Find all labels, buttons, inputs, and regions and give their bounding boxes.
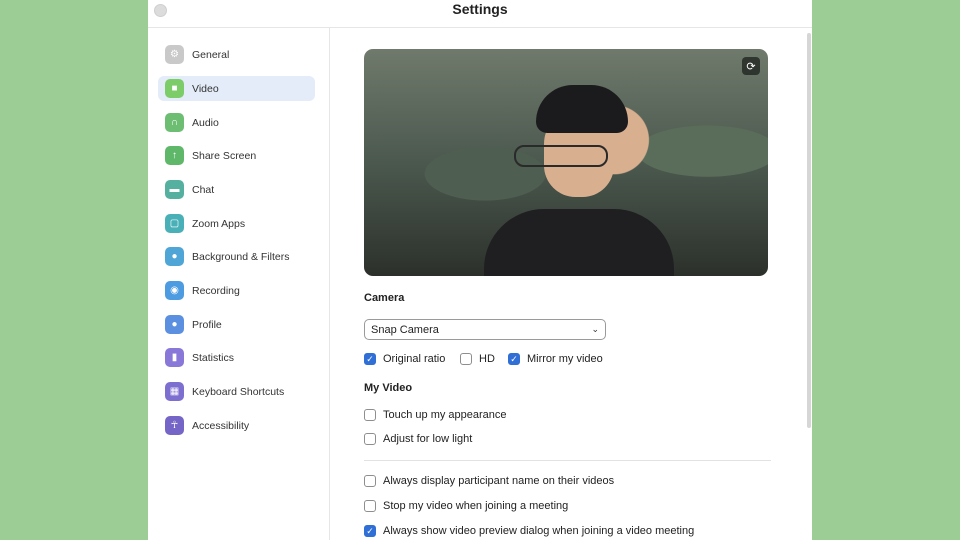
- keyboard-icon: ▦: [165, 382, 184, 401]
- low-light-option[interactable]: Adjust for low light: [364, 433, 472, 445]
- record-icon: ◉: [165, 281, 184, 300]
- headphones-icon: ∩: [165, 113, 184, 132]
- chat-bubble-icon: ▬: [165, 180, 184, 199]
- original-ratio-option[interactable]: ✓ Original ratio: [364, 353, 445, 365]
- sidebar-item-label: Statistics: [192, 351, 235, 364]
- sidebar-item-video[interactable]: ■ Video: [158, 76, 315, 101]
- original-ratio-checkbox[interactable]: ✓: [364, 353, 376, 365]
- stop-video-joining-checkbox[interactable]: [364, 500, 376, 512]
- preview-person-shirt: [484, 209, 674, 276]
- show-preview-dialog-label: Always show video preview dialog when jo…: [383, 525, 695, 537]
- touch-up-label: Touch up my appearance: [383, 409, 507, 421]
- gear-icon: ⚙: [165, 45, 184, 64]
- show-preview-dialog-option[interactable]: ✓ Always show video preview dialog when …: [364, 525, 694, 537]
- low-light-label: Adjust for low light: [383, 433, 473, 445]
- settings-window: Settings ⚙ General ■ Video ∩ Audio ↑ Sha…: [148, 0, 812, 540]
- video-preview: ⟳: [364, 49, 768, 276]
- accessibility-icon: ☥: [165, 416, 184, 435]
- sidebar-item-label: Zoom Apps: [192, 217, 246, 230]
- video-settings-panel: ⟳ Camera Snap Camera ⌄ ✓ Original ratio …: [330, 28, 812, 540]
- window-title: Settings: [452, 1, 508, 17]
- sidebar-item-recording[interactable]: ◉ Recording: [158, 278, 315, 303]
- display-participant-name-label: Always display participant name on their…: [383, 475, 615, 487]
- video-camera-icon: ■: [165, 79, 184, 98]
- display-participant-name-checkbox[interactable]: [364, 475, 376, 487]
- sidebar-item-share-screen[interactable]: ↑ Share Screen: [158, 143, 315, 168]
- bar-chart-icon: ▮: [165, 348, 184, 367]
- sidebar-item-accessibility[interactable]: ☥ Accessibility: [158, 413, 315, 438]
- sidebar-item-background-filters[interactable]: ● Background & Filters: [158, 244, 315, 269]
- display-participant-name-option[interactable]: Always display participant name on their…: [364, 475, 614, 487]
- preview-person-glasses: [514, 145, 608, 167]
- sidebar-item-label: Share Screen: [192, 149, 257, 162]
- rotate-camera-icon[interactable]: ⟳: [742, 57, 760, 75]
- touch-up-option[interactable]: Touch up my appearance: [364, 409, 507, 421]
- low-light-checkbox[interactable]: [364, 433, 376, 445]
- stop-video-joining-option[interactable]: Stop my video when joining a meeting: [364, 500, 568, 512]
- profile-icon: ●: [165, 315, 184, 334]
- touch-up-checkbox[interactable]: [364, 409, 376, 421]
- sidebar-item-label: Profile: [192, 318, 222, 331]
- sidebar-item-profile[interactable]: ● Profile: [158, 312, 315, 337]
- sidebar-item-chat[interactable]: ▬ Chat: [158, 177, 315, 202]
- section-divider: [364, 460, 771, 461]
- person-background-icon: ●: [165, 247, 184, 266]
- sidebar-item-label: Chat: [192, 183, 215, 196]
- sidebar-item-label: Audio: [192, 116, 219, 129]
- chevron-down-icon: ⌄: [591, 324, 599, 334]
- hd-checkbox[interactable]: [460, 353, 472, 365]
- mirror-video-label: Mirror my video: [527, 353, 603, 365]
- hd-option[interactable]: HD: [460, 353, 495, 365]
- camera-select[interactable]: Snap Camera ⌄: [364, 319, 606, 340]
- sidebar-item-audio[interactable]: ∩ Audio: [158, 110, 315, 135]
- sidebar-item-label: Accessibility: [192, 419, 250, 432]
- title-bar: Settings: [148, 0, 812, 28]
- stop-video-joining-label: Stop my video when joining a meeting: [383, 500, 569, 512]
- original-ratio-label: Original ratio: [383, 353, 446, 365]
- sidebar-item-keyboard-shortcuts[interactable]: ▦ Keyboard Shortcuts: [158, 379, 315, 404]
- share-screen-icon: ↑: [165, 146, 184, 165]
- hd-label: HD: [479, 353, 495, 365]
- sidebar-item-label: Keyboard Shortcuts: [192, 385, 285, 398]
- mirror-video-option[interactable]: ✓ Mirror my video: [508, 353, 603, 365]
- my-video-heading: My Video: [364, 382, 413, 394]
- camera-heading: Camera: [364, 292, 405, 304]
- settings-scrollbar[interactable]: [807, 33, 811, 428]
- preview-person-hair: [536, 85, 628, 133]
- zoom-apps-icon: ▢: [165, 214, 184, 233]
- sidebar-item-label: Recording: [192, 284, 240, 297]
- show-preview-dialog-checkbox[interactable]: ✓: [364, 525, 376, 537]
- sidebar-item-general[interactable]: ⚙ General: [158, 42, 315, 67]
- settings-sidebar: ⚙ General ■ Video ∩ Audio ↑ Share Screen…: [148, 28, 330, 540]
- sidebar-item-label: Background & Filters: [192, 250, 290, 263]
- sidebar-item-zoom-apps[interactable]: ▢ Zoom Apps: [158, 211, 315, 236]
- sidebar-item-statistics[interactable]: ▮ Statistics: [158, 345, 315, 370]
- sidebar-item-label: General: [192, 48, 230, 61]
- sidebar-item-label: Video: [192, 82, 219, 95]
- camera-select-value: Snap Camera: [371, 323, 439, 336]
- mirror-video-checkbox[interactable]: ✓: [508, 353, 520, 365]
